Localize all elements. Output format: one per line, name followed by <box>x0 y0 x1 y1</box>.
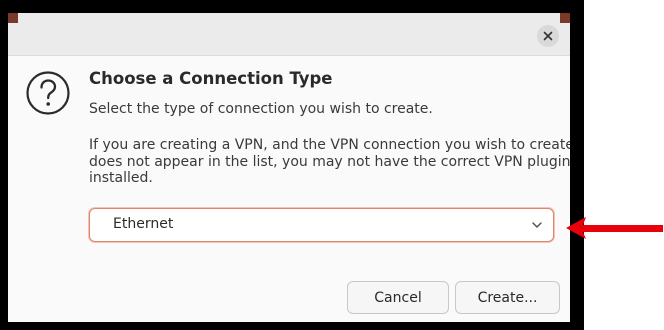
info-line: installed. <box>89 170 153 186</box>
red-arrow-annotation <box>566 217 663 239</box>
connection-type-dialog: Choose a Connection Type Select the type… <box>8 13 570 322</box>
cancel-button[interactable]: Cancel <box>347 281 449 314</box>
info-line: If you are creating a VPN, and the VPN c… <box>89 137 570 153</box>
window-corner-right <box>560 13 570 23</box>
create-button[interactable]: Create... <box>455 281 560 314</box>
titlebar <box>8 13 570 56</box>
vpn-info-text: If you are creating a VPN, and the VPN c… <box>89 137 570 187</box>
dropdown-selected-value: Ethernet <box>113 216 174 232</box>
info-line: does not appear in the list, you may not… <box>89 153 570 170</box>
window-corner-left <box>8 13 18 23</box>
close-icon <box>543 31 553 41</box>
chevron-down-icon <box>532 222 542 228</box>
close-button[interactable] <box>537 25 559 47</box>
dialog-title: Choose a Connection Type <box>89 69 333 88</box>
question-icon <box>26 71 70 115</box>
dialog-subtitle: Select the type of connection you wish t… <box>89 101 433 117</box>
connection-type-dropdown[interactable]: Ethernet <box>89 208 554 242</box>
